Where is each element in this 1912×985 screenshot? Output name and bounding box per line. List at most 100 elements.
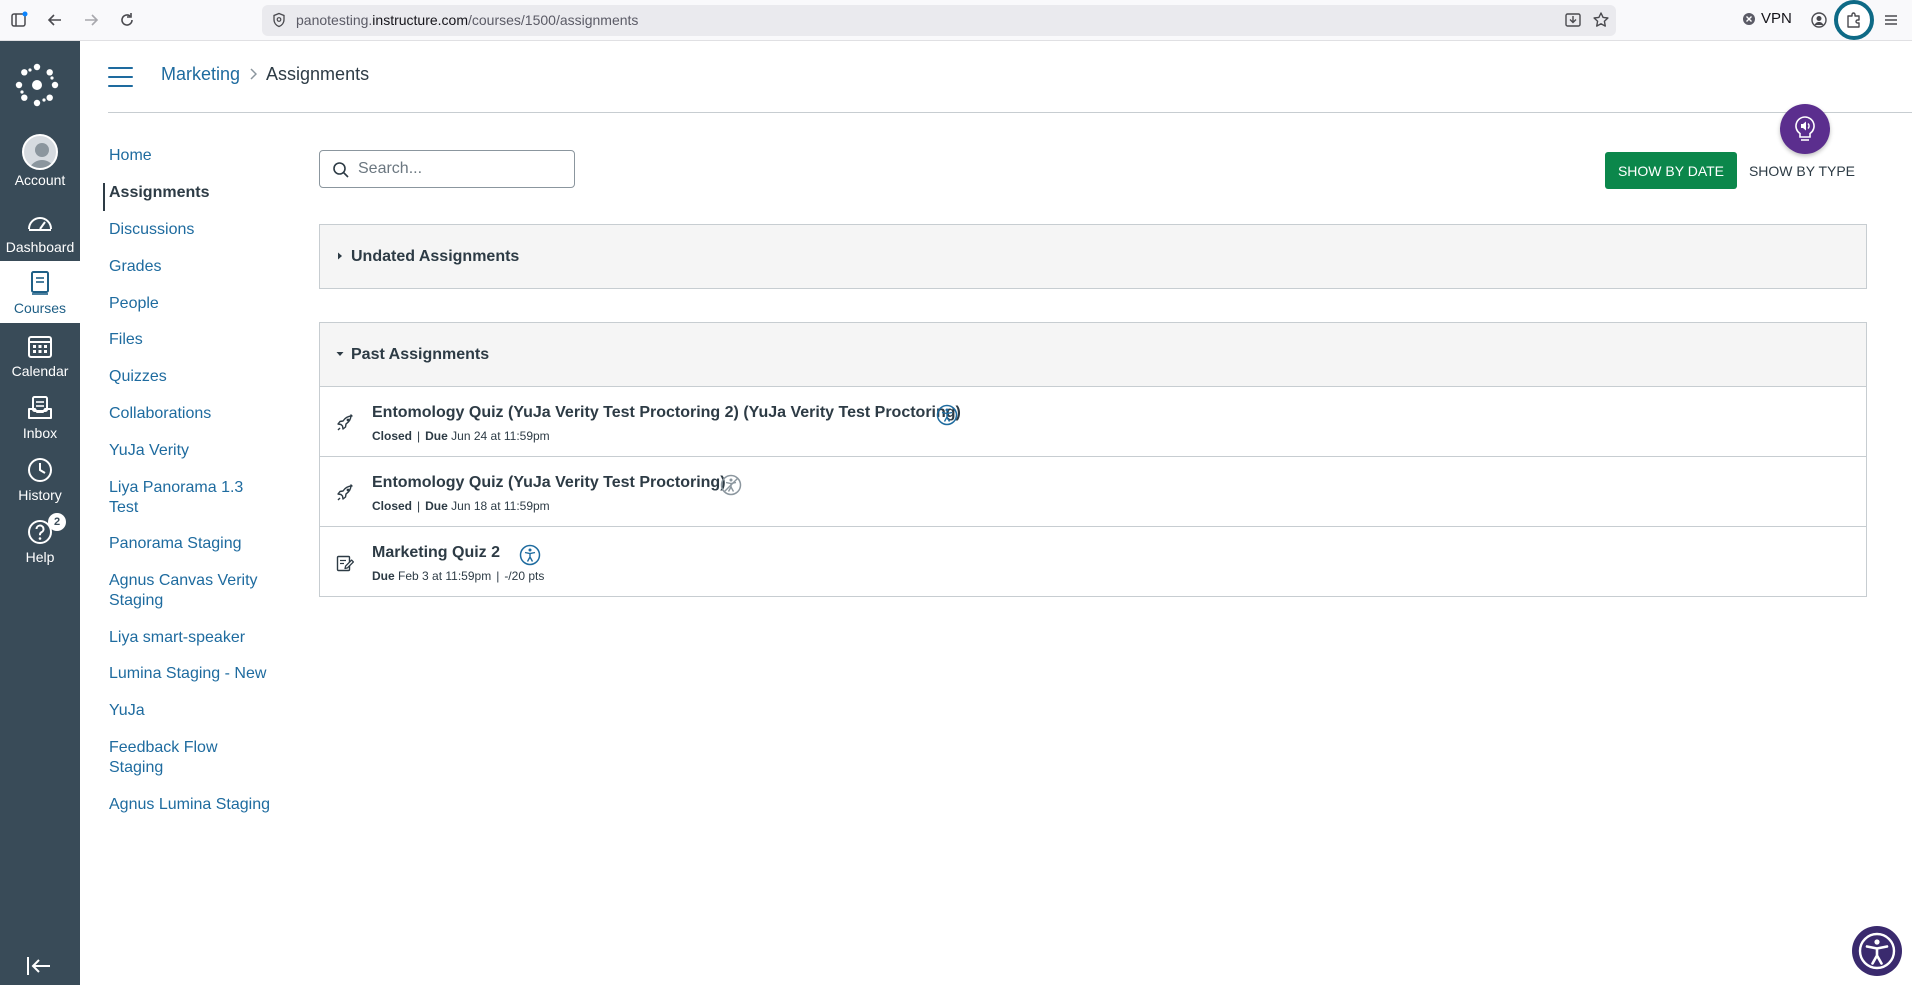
global-nav-courses[interactable]: Courses	[0, 261, 80, 323]
accessibility-icon[interactable]	[519, 544, 541, 566]
course-nav-home[interactable]: Home	[109, 146, 274, 166]
header-divider	[108, 112, 1912, 113]
course-nav-yuja[interactable]: YuJa	[109, 701, 274, 721]
course-nav-agnus-canvas-verity[interactable]: Agnus Canvas Verity Staging	[109, 571, 269, 611]
speaker-bulb-button[interactable]	[1780, 104, 1830, 154]
due-date: Feb 3 at 11:59pm	[398, 569, 492, 583]
site-security-icon[interactable]	[268, 9, 290, 31]
reload-icon[interactable]	[116, 9, 138, 31]
course-nav-panorama-staging[interactable]: Panorama Staging	[109, 534, 274, 554]
course-nav-discussions[interactable]: Discussions	[109, 220, 274, 240]
due-label: Due	[425, 429, 448, 443]
url-text: panotesting.instructure.com/courses/1500…	[296, 12, 639, 28]
vpn-indicator[interactable]: VPN	[1742, 10, 1792, 27]
course-nav-lumina-staging[interactable]: Lumina Staging - New	[109, 664, 274, 684]
accessibility-icon[interactable]	[936, 404, 958, 426]
quiz-rocket-icon	[337, 414, 353, 431]
account-icon[interactable]	[1808, 9, 1830, 31]
sidebar-toggle-icon[interactable]	[8, 9, 30, 31]
course-nav-grades[interactable]: Grades	[109, 257, 274, 277]
course-menu-toggle[interactable]	[108, 67, 133, 87]
show-by-type-button[interactable]: SHOW BY TYPE	[1744, 152, 1860, 189]
help-icon: 2	[25, 513, 66, 547]
global-nav-dashboard[interactable]: Dashboard	[0, 207, 80, 269]
address-bar[interactable]: panotesting.instructure.com/courses/1500…	[262, 5, 1616, 36]
collapse-nav-icon[interactable]	[24, 951, 54, 981]
bookmark-star-icon[interactable]	[1590, 9, 1612, 31]
group-title: Undated Assignments	[351, 247, 520, 265]
caret-down-icon	[336, 352, 344, 356]
undated-assignments-toggle[interactable]: Undated Assignments	[320, 225, 1866, 288]
calendar-icon	[25, 331, 55, 361]
global-navigation: Account Dashboard Courses Calendar Inbox…	[0, 41, 80, 985]
canvas-logo[interactable]	[13, 61, 61, 109]
assignment-meta: Due Feb 3 at 11:59pm | -/20 pts	[372, 569, 545, 583]
download-icon[interactable]	[1562, 9, 1584, 31]
dashboard-icon	[25, 207, 55, 237]
assignment-title[interactable]: Entomology Quiz (YuJa Verity Test Procto…	[372, 474, 726, 492]
due-label: Due	[372, 569, 395, 583]
breadcrumb-separator-icon	[249, 67, 258, 83]
search-input[interactable]	[358, 159, 568, 179]
menu-icon[interactable]	[1880, 9, 1902, 31]
global-nav-label: Calendar	[11, 363, 69, 379]
course-nav-files[interactable]: Files	[109, 330, 274, 350]
assignment-row[interactable]: Entomology Quiz (YuJa Verity Test Procto…	[320, 456, 1866, 526]
vpn-label: VPN	[1761, 10, 1792, 27]
active-indicator	[103, 183, 105, 211]
inbox-icon	[25, 393, 55, 423]
global-nav-history[interactable]: History	[0, 455, 80, 517]
due-date: Jun 24 at 11:59pm	[451, 429, 550, 443]
past-assignments-toggle[interactable]: Past Assignments	[320, 323, 1866, 386]
assignment-title[interactable]: Entomology Quiz (YuJa Verity Test Procto…	[372, 404, 961, 422]
course-nav-liya-panorama[interactable]: Liya Panorama 1.3 Test	[109, 478, 249, 518]
search-icon	[333, 162, 349, 178]
assignment-status: Closed	[372, 499, 413, 513]
past-assignments-group: Past Assignments Entomology Quiz (YuJa V…	[319, 322, 1867, 597]
quiz-rocket-icon	[337, 484, 353, 501]
assignment-status: Closed	[372, 429, 413, 443]
breadcrumb: Marketing Assignments	[161, 64, 369, 85]
vpn-off-icon	[1743, 12, 1755, 25]
course-nav-liya-smart-speaker[interactable]: Liya smart-speaker	[109, 628, 274, 648]
breadcrumb-course-link[interactable]: Marketing	[161, 64, 240, 85]
assignment-meta: Closed | Due Jun 24 at 11:59pm	[372, 429, 550, 443]
global-nav-label: Account	[14, 172, 66, 188]
global-nav-calendar[interactable]: Calendar	[0, 331, 80, 393]
course-nav-feedback-flow[interactable]: Feedback Flow Staging	[109, 738, 229, 778]
global-nav-label: Inbox	[22, 425, 58, 441]
show-by-date-button[interactable]: SHOW BY DATE	[1605, 152, 1737, 189]
global-nav-inbox[interactable]: Inbox	[0, 393, 80, 455]
global-nav-label: Courses	[13, 300, 67, 316]
accessibility-disabled-icon[interactable]	[720, 474, 742, 496]
assignment-meta: Closed | Due Jun 18 at 11:59pm	[372, 499, 550, 513]
assignment-title[interactable]: Marketing Quiz 2	[372, 544, 500, 562]
course-nav-agnus-lumina[interactable]: Agnus Lumina Staging	[109, 795, 274, 815]
help-badge: 2	[48, 513, 66, 531]
global-nav-help[interactable]: 2 Help	[0, 513, 80, 579]
global-nav-account[interactable]: Account	[0, 134, 80, 196]
caret-right-icon	[338, 252, 342, 260]
forward-icon[interactable]	[80, 9, 102, 31]
back-icon[interactable]	[44, 9, 66, 31]
accessibility-widget-button[interactable]	[1852, 926, 1902, 976]
clock-icon	[25, 455, 55, 485]
course-nav-quizzes[interactable]: Quizzes	[109, 367, 274, 387]
due-date: Jun 18 at 11:59pm	[451, 499, 550, 513]
course-nav-people[interactable]: People	[109, 294, 274, 314]
course-nav-collaborations[interactable]: Collaborations	[109, 404, 274, 424]
course-nav-yuja-verity[interactable]: YuJa Verity	[109, 441, 274, 461]
avatar	[22, 134, 58, 170]
puzzle-icon	[1847, 12, 1860, 28]
assignment-row[interactable]: Marketing Quiz 2 Due Feb 3 at 11:59pm | -/…	[320, 526, 1866, 596]
book-icon	[25, 268, 55, 298]
search-field	[319, 150, 575, 188]
breadcrumb-current: Assignments	[266, 64, 370, 84]
due-label: Due	[425, 499, 448, 513]
assignment-row[interactable]: Entomology Quiz (YuJa Verity Test Procto…	[320, 386, 1866, 456]
extensions-button[interactable]	[1834, 0, 1874, 40]
course-nav-assignments[interactable]: Assignments	[109, 183, 274, 203]
group-title: Past Assignments	[351, 345, 490, 363]
global-nav-label: History	[18, 487, 62, 503]
points: -/20 pts	[504, 569, 545, 583]
